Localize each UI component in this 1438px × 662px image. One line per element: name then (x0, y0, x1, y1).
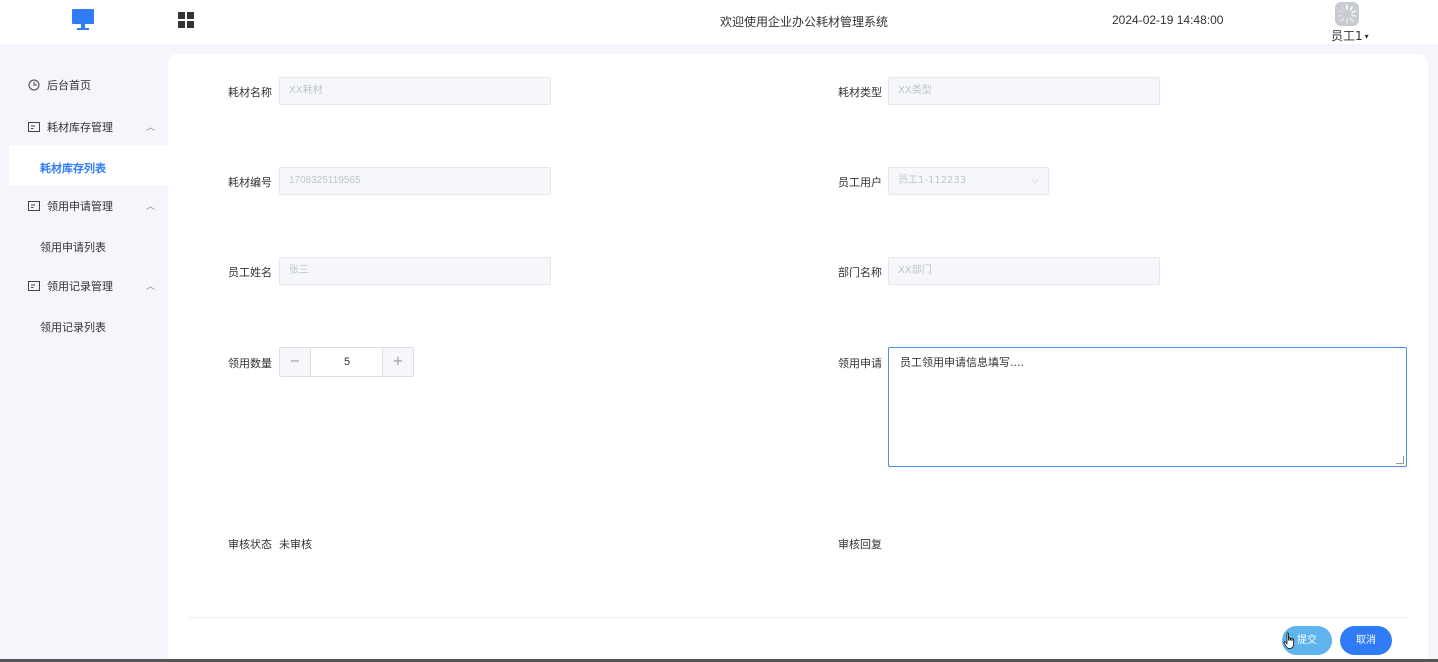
cancel-button[interactable]: 取消 (1340, 626, 1392, 655)
material-name-label: 耗材名称 (228, 86, 272, 99)
quantity-label: 领用数量 (228, 357, 272, 370)
application-textarea[interactable]: 员工领用申请信息填写.... (888, 347, 1407, 467)
user-name: 员工1 (1331, 29, 1363, 43)
sidebar-item-label: 领用申请管理 (47, 200, 113, 213)
sidebar-item-inventory[interactable]: 耗材库存管理 ︿ (28, 119, 155, 135)
hand-cursor-icon (1283, 632, 1295, 649)
avatar[interactable] (1335, 2, 1359, 26)
application-label: 领用申请 (838, 357, 882, 370)
employee-user-label: 员工用户 (838, 176, 882, 189)
material-type-input[interactable]: XX类型 (888, 77, 1160, 105)
sidebar-item-records[interactable]: 领用记录管理 ︿ (28, 278, 155, 294)
top-header: 欢迎使用企业办公耗材管理系统 2024-02-19 14:48:00 员工1 ▾ (0, 0, 1438, 44)
material-code-input[interactable]: 1708325119565 (279, 167, 551, 195)
current-datetime: 2024-02-19 14:48:00 (1112, 13, 1224, 27)
divider (188, 617, 1408, 618)
sidebar-item-label: 领用记录管理 (47, 280, 113, 293)
department-label: 部门名称 (838, 266, 882, 279)
user-menu[interactable]: 员工1 ▾ (1331, 27, 1369, 44)
sidebar: 后台首页 耗材库存管理 ︿ 耗材库存列表 领用申请管理 ︿ 领用申请列表 领用记… (0, 44, 168, 662)
material-name-input[interactable]: XX耗材 (279, 77, 551, 105)
employee-user-value: 员工1-112233 (898, 175, 967, 186)
chevron-down-icon: ▾ (1364, 32, 1369, 41)
material-type-label: 耗材类型 (838, 86, 882, 99)
clock-icon (28, 79, 40, 91)
chevron-up-icon: ︿ (146, 202, 156, 212)
review-reply-label: 审核回复 (838, 538, 882, 551)
department-input[interactable]: XX部门 (888, 257, 1160, 285)
increase-button[interactable]: + (382, 348, 413, 376)
employee-name-label: 员工姓名 (228, 266, 272, 279)
quantity-stepper: − 5 + (279, 347, 414, 377)
sidebar-item-label: 后台首页 (47, 79, 91, 92)
application-text: 员工领用申请信息填写.... (900, 356, 1024, 369)
resize-handle-icon[interactable] (1396, 456, 1404, 464)
card-icon (28, 201, 40, 211)
sidebar-subitem-inventory-list[interactable]: 耗材库存列表 (40, 160, 106, 176)
decrease-button[interactable]: − (280, 348, 311, 376)
material-code-label: 耗材编号 (228, 176, 272, 189)
review-status-label: 审核状态 (228, 538, 272, 551)
employee-name-input[interactable]: 张三 (279, 257, 551, 285)
employee-user-select[interactable]: 员工1-112233 ⌵ (888, 167, 1049, 195)
chevron-up-icon: ︿ (146, 123, 156, 133)
card-icon (28, 281, 40, 291)
review-status-value: 未审核 (279, 538, 312, 551)
chevron-down-icon: ⌵ (1031, 175, 1039, 186)
sidebar-subitem-records-list[interactable]: 领用记录列表 (40, 319, 106, 335)
sidebar-subitem-application-list[interactable]: 领用申请列表 (40, 239, 106, 255)
sidebar-item-application[interactable]: 领用申请管理 ︿ (28, 198, 155, 214)
chevron-up-icon: ︿ (146, 282, 156, 292)
sidebar-item-label: 耗材库存管理 (47, 121, 113, 134)
sidebar-item-home[interactable]: 后台首页 (28, 77, 91, 93)
card-icon (28, 122, 40, 132)
quantity-input[interactable]: 5 (311, 348, 383, 376)
